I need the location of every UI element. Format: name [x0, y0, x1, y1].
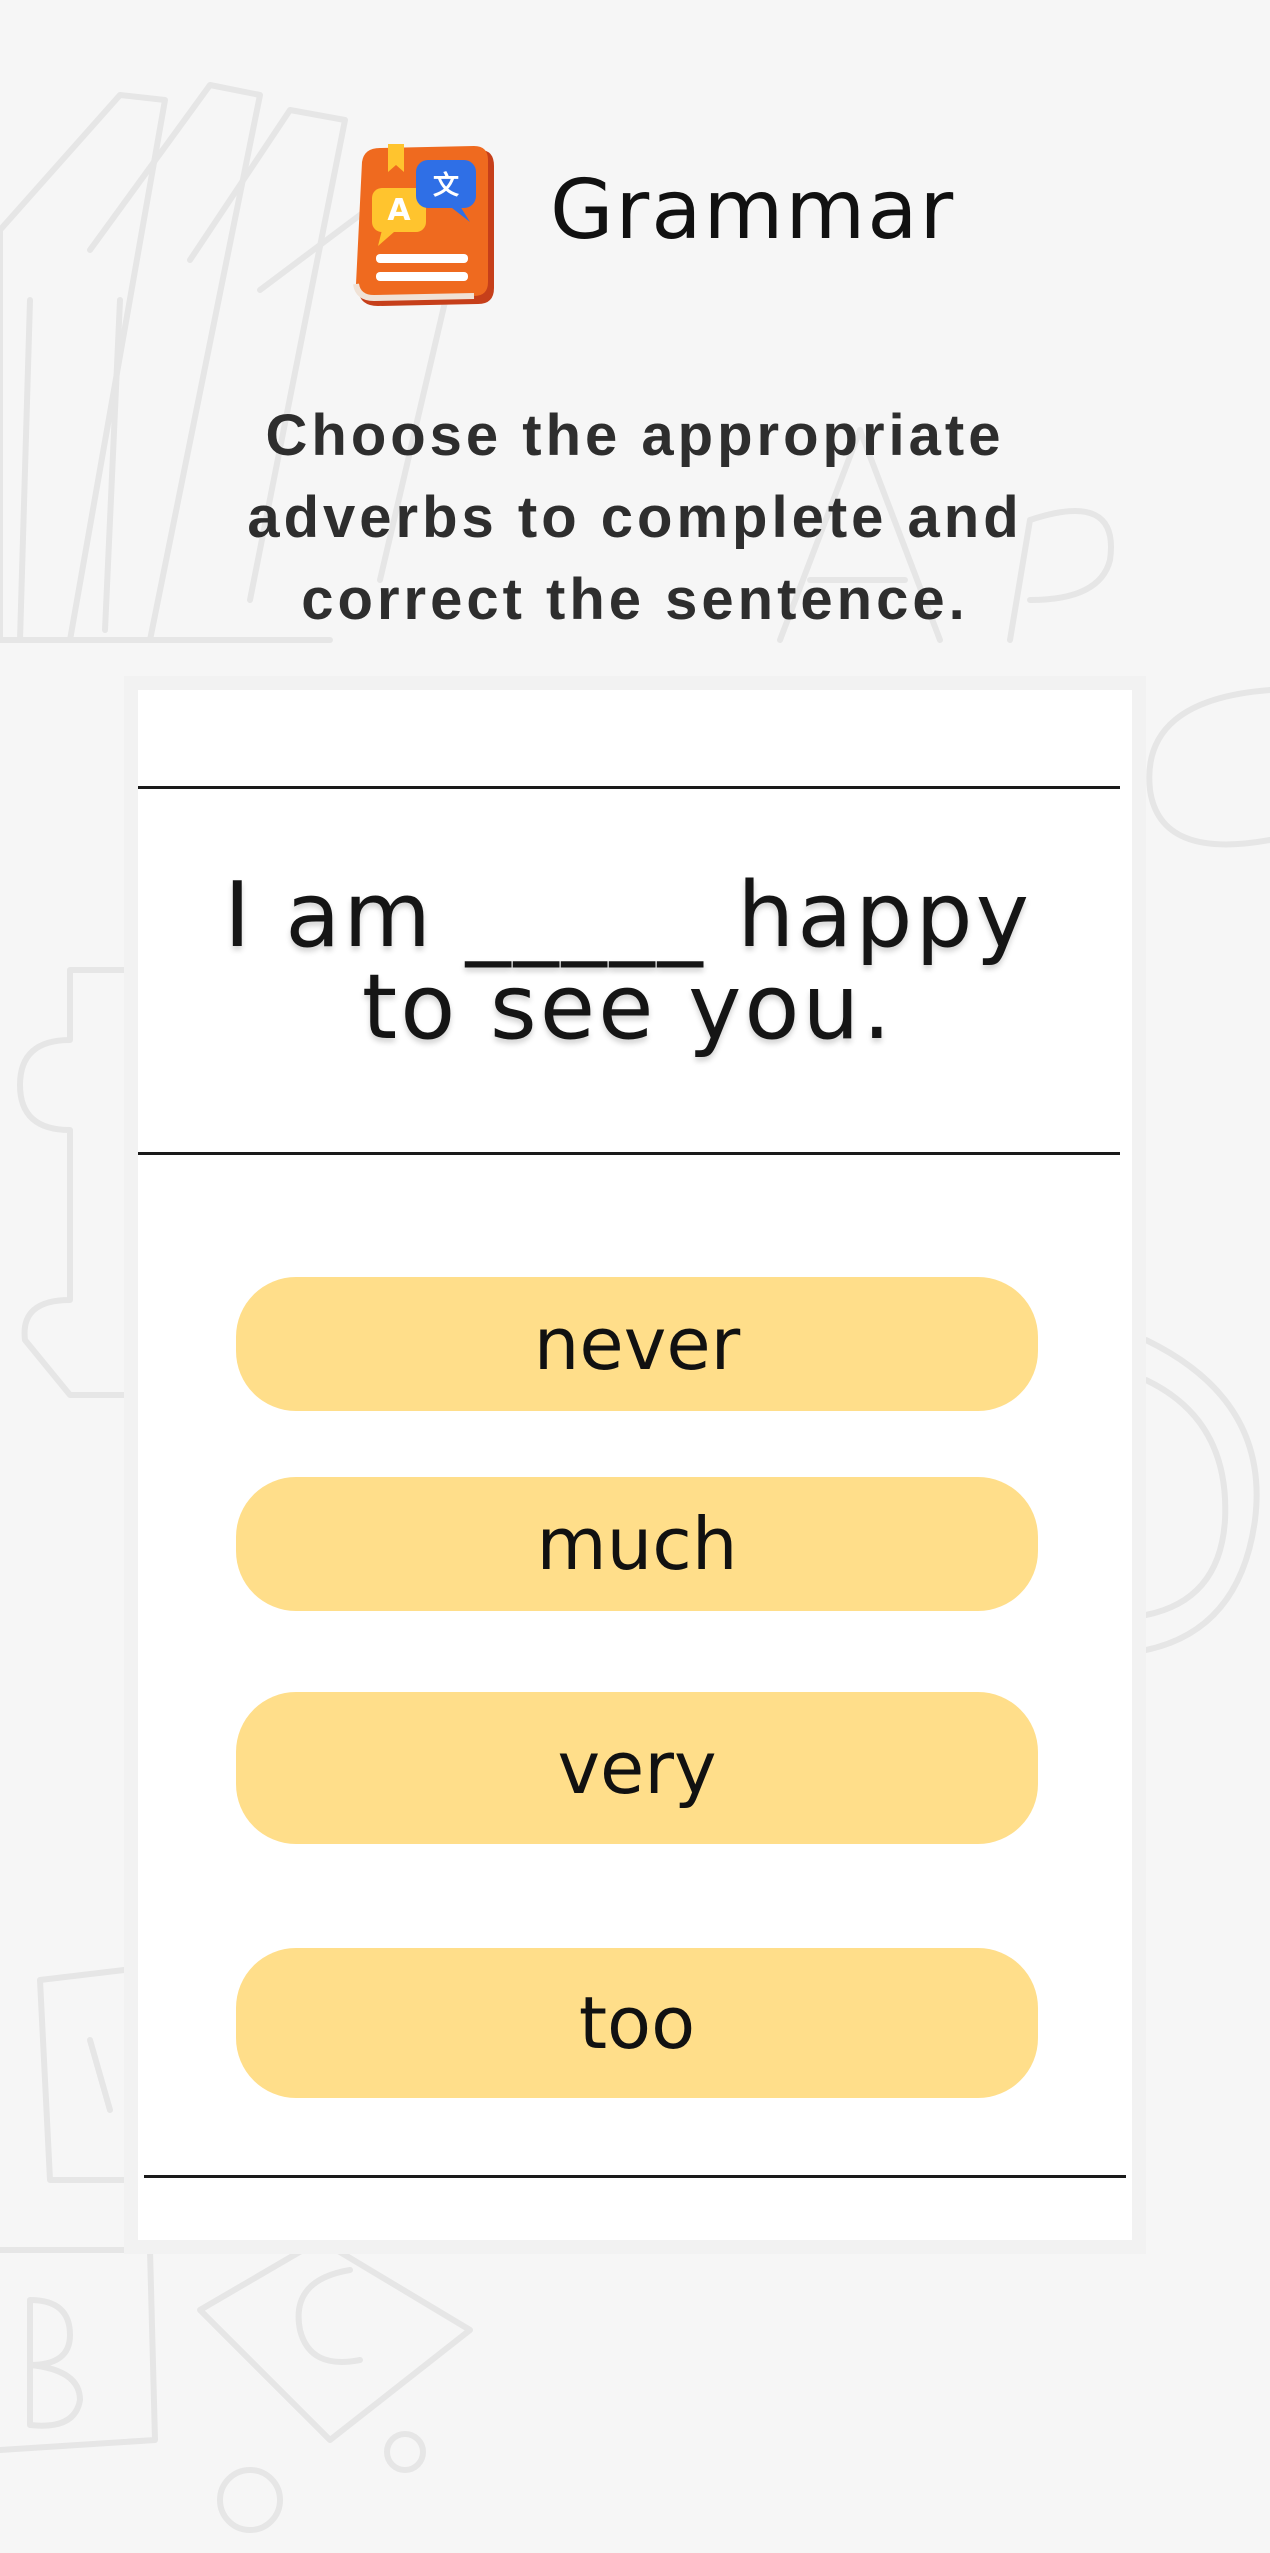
- divider: [138, 786, 1120, 789]
- header: A 文 Grammar: [0, 130, 1270, 320]
- question-card: I am _____ happy to see you. never much …: [138, 690, 1132, 2240]
- svg-text:文: 文: [433, 170, 460, 201]
- question-sentence: I am _____ happy to see you.: [178, 870, 1078, 1054]
- question-line: I am _____ happy: [224, 863, 1032, 968]
- answer-option-very[interactable]: very: [236, 1692, 1038, 1844]
- answer-option-too[interactable]: too: [236, 1948, 1038, 2098]
- answer-option-much[interactable]: much: [236, 1477, 1038, 1611]
- app-title: Grammar: [550, 163, 956, 258]
- instructions-line: Choose the appropriate: [265, 403, 1005, 468]
- question-line: to see you.: [361, 955, 895, 1060]
- answer-option-never[interactable]: never: [236, 1277, 1038, 1411]
- instructions-line: correct the sentence.: [301, 567, 969, 632]
- instructions: Choose the appropriate adverbs to comple…: [200, 395, 1070, 641]
- grammar-book-icon: A 文: [353, 144, 494, 306]
- instructions-line: adverbs to complete and: [247, 485, 1023, 550]
- svg-text:A: A: [387, 193, 411, 228]
- divider: [144, 2175, 1126, 2178]
- divider: [138, 1152, 1120, 1155]
